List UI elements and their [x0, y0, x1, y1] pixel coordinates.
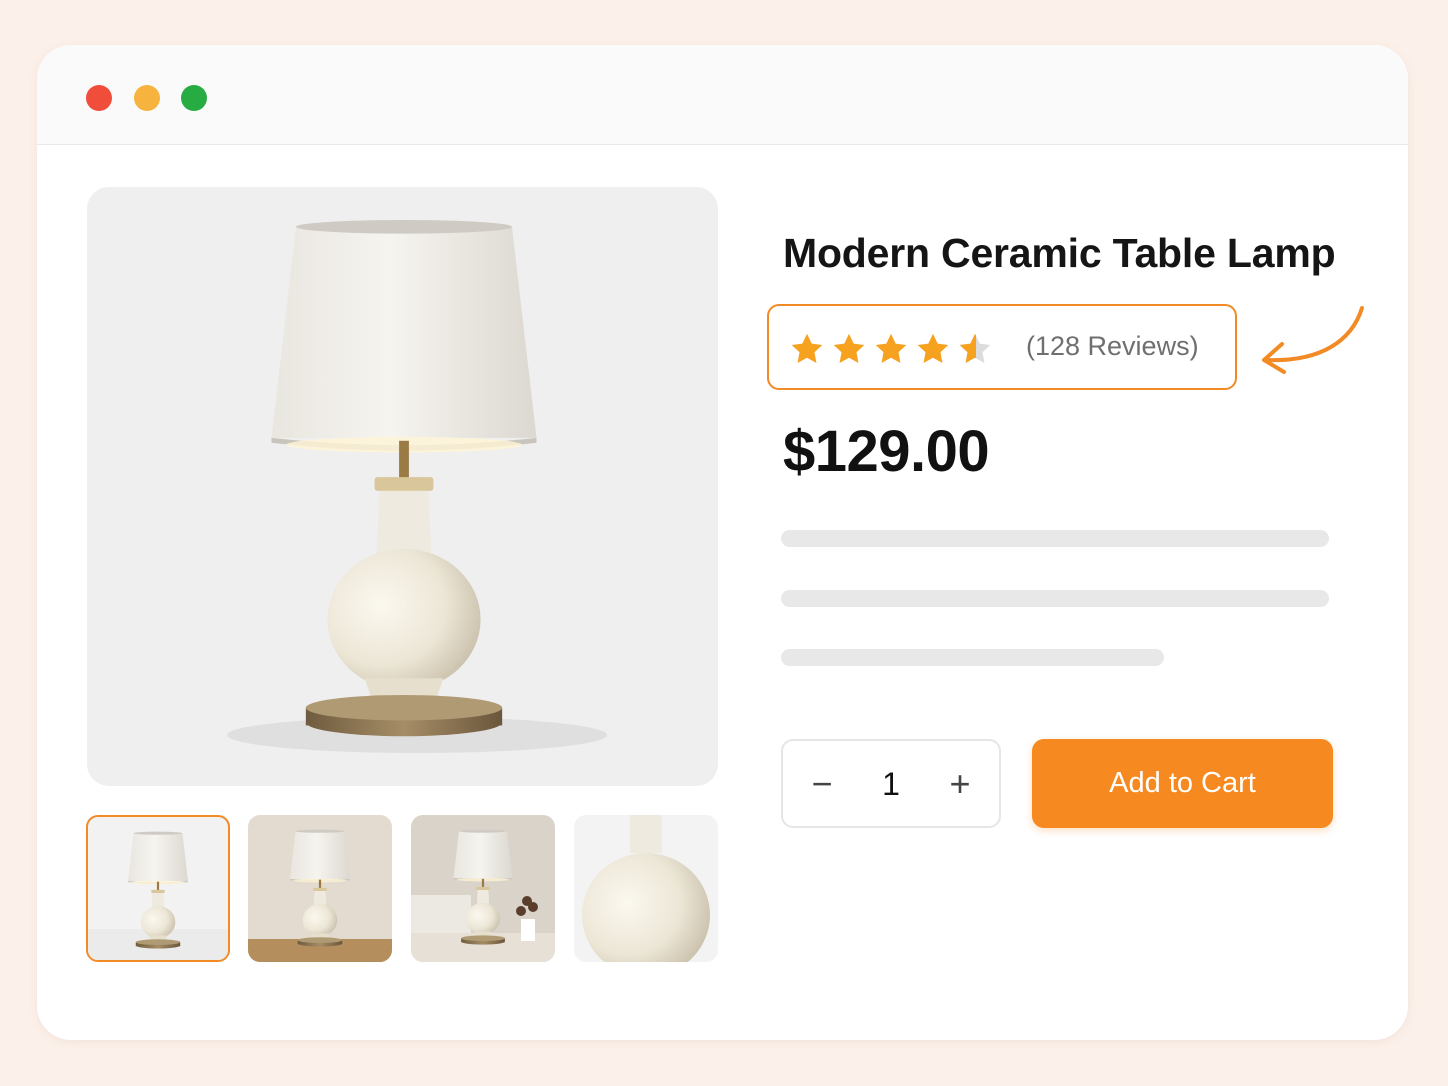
half-star-icon [959, 333, 991, 363]
decrease-quantity-button[interactable]: − [797, 759, 847, 809]
rating-summary[interactable]: (128 Reviews) [767, 304, 1237, 390]
thumbnail-lamp-closeup[interactable] [574, 815, 718, 962]
star-icon [875, 333, 907, 363]
lamp-closeup-image [582, 815, 710, 962]
star-rating [791, 333, 991, 363]
star-icon [791, 333, 823, 363]
lamp-image [227, 219, 607, 753]
review-count[interactable]: (128 Reviews) [1026, 331, 1199, 362]
description-placeholder-line [781, 530, 1329, 547]
product-title: Modern Ceramic Table Lamp [783, 230, 1336, 276]
window-titlebar [37, 45, 1408, 145]
product-price: $129.00 [783, 419, 990, 484]
thumbnail-lamp-front[interactable] [86, 815, 230, 962]
lamp-on-table-image [248, 829, 392, 962]
add-to-cart-button[interactable]: Add to Cart [1032, 739, 1333, 828]
thumbnail-lamp-bedroom[interactable] [411, 815, 555, 962]
lamp-thumbnail-image [88, 831, 228, 960]
star-icon [917, 333, 949, 363]
minimize-window-button[interactable] [134, 85, 160, 111]
description-placeholder-line [781, 649, 1164, 666]
close-window-button[interactable] [86, 85, 112, 111]
quantity-input[interactable] [853, 759, 929, 809]
product-main-image[interactable] [87, 187, 718, 786]
maximize-window-button[interactable] [181, 85, 207, 111]
quantity-stepper: − + [781, 739, 1001, 828]
curved-arrow-icon [1262, 306, 1364, 374]
lamp-bedroom-image [411, 829, 555, 962]
star-icon [833, 333, 865, 363]
browser-window: Modern Ceramic Table Lamp (128 Reviews) … [37, 45, 1408, 1040]
increase-quantity-button[interactable]: + [935, 759, 985, 809]
thumbnail-lamp-on-table[interactable] [248, 815, 392, 962]
description-placeholder-line [781, 590, 1329, 607]
